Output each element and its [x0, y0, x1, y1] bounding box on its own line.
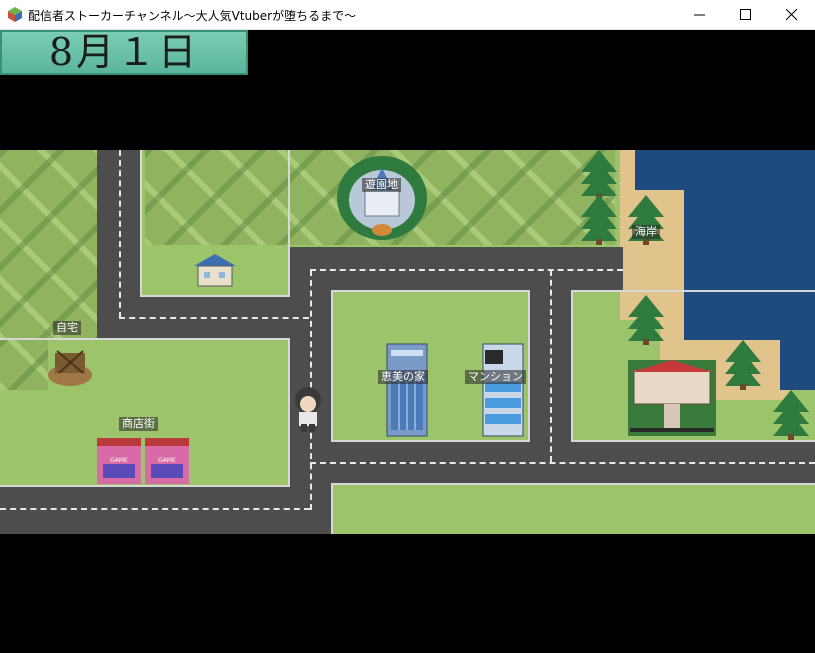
lane-marking — [550, 270, 552, 462]
curb — [331, 483, 815, 534]
window-title-bar: 配信者ストーカーチャンネル～大人気Vtuberが堕ちるまで～ — [0, 0, 815, 30]
location-label-mansion: マンション — [465, 370, 526, 384]
game-screen[interactable]: 8月１日 遊園地 自宅 GAME GAME 商店街 恵美の家 マンション 海岸 — [0, 30, 815, 653]
lane-marking — [0, 508, 310, 510]
minimize-icon — [694, 14, 705, 16]
player-character — [295, 387, 321, 432]
window-title: 配信者ストーカーチャンネル～大人気Vtuberが堕ちるまで～ — [28, 9, 357, 23]
sea — [635, 150, 815, 190]
lane-marking — [310, 462, 815, 464]
location-label-home: 自宅 — [53, 321, 81, 335]
location-label-shopping-street: 商店街 — [119, 417, 158, 431]
maximize-button[interactable] — [723, 0, 769, 30]
mansion-building[interactable] — [481, 342, 525, 438]
location-label-amusement-park: 遊園地 — [362, 178, 401, 192]
shopping-street[interactable]: GAME GAME — [95, 436, 193, 486]
maximize-icon — [740, 9, 751, 20]
emi-house-building[interactable] — [385, 342, 429, 438]
close-button[interactable] — [769, 0, 815, 30]
date-text: 8月１日 — [48, 30, 200, 74]
lane-marking — [119, 150, 121, 318]
small-house[interactable] — [192, 252, 238, 288]
amusement-park[interactable] — [335, 150, 430, 242]
town-map[interactable]: 遊園地 自宅 GAME GAME 商店街 恵美の家 マンション 海岸 — [0, 150, 815, 534]
lane-marking — [310, 269, 623, 271]
mountain-area — [0, 150, 97, 340]
location-label-coast: 海岸 — [632, 225, 660, 239]
lane-marking — [119, 317, 309, 319]
minimize-button[interactable] — [677, 0, 723, 30]
location-label-emi-house: 恵美の家 — [378, 370, 428, 384]
date-display: 8月１日 — [0, 30, 248, 75]
close-icon — [786, 9, 798, 21]
villa-building[interactable] — [628, 360, 716, 436]
app-icon — [8, 7, 22, 22]
shop-sign: GAME — [158, 457, 176, 464]
home-ruin[interactable] — [47, 345, 93, 387]
shop-sign: GAME — [110, 457, 128, 464]
